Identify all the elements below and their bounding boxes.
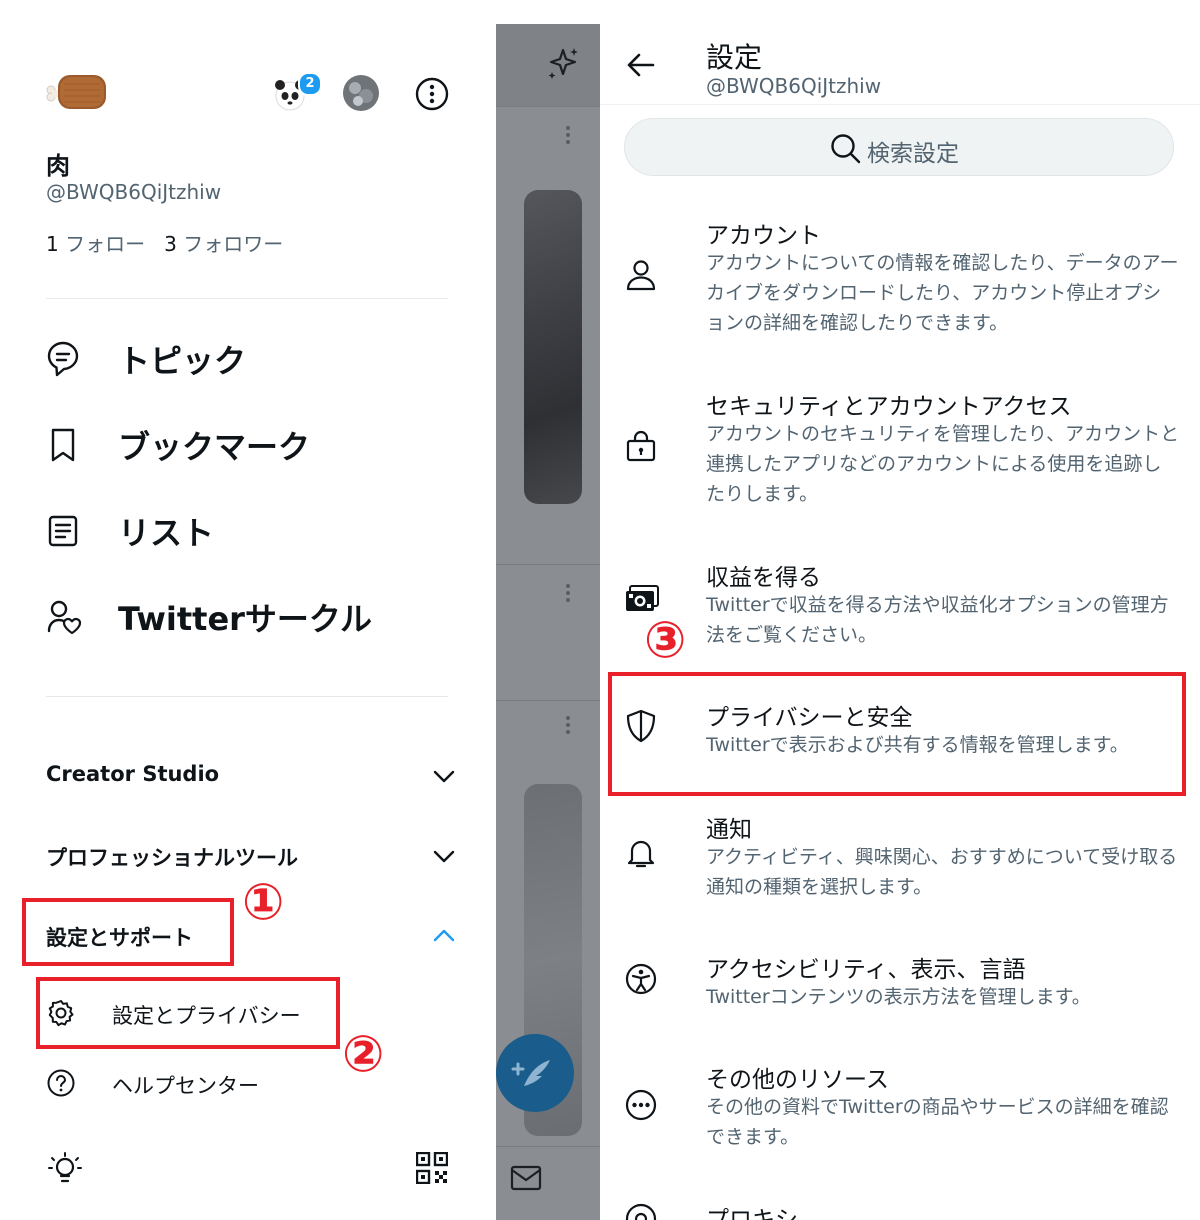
proxy-icon — [624, 1202, 658, 1220]
lock-icon — [624, 429, 658, 463]
nav-label: ブックマーク — [118, 428, 311, 466]
profile-avatar[interactable] — [46, 72, 108, 112]
nav-item-topics[interactable]: トピック — [46, 326, 466, 386]
qr-code-icon[interactable] — [416, 1152, 448, 1184]
settings-item-notifications[interactable]: 通知 アクティビティ、興味関心、おすすめについて受け取る通知の種類を選択します。 — [600, 810, 1200, 900]
bell-icon — [624, 836, 658, 870]
follow-stats: 1 フォロー 3 フォロワー — [46, 228, 283, 257]
settings-item-title: 収益を得る — [706, 565, 821, 591]
settings-screen: 設定 @BWQB6QiJtzhiw 検索設定 アカウント アカウントについての情… — [600, 0, 1200, 1220]
section-label: プロフェッショナルツール — [46, 846, 298, 870]
back-arrow-icon[interactable] — [626, 50, 656, 80]
section-label: Creator Studio — [46, 762, 220, 786]
annotation-box-settings-privacy — [36, 977, 340, 1049]
compose-tweet-button — [496, 1034, 574, 1112]
topic-icon — [46, 340, 80, 378]
settings-item-title: その他のリソース — [706, 1067, 889, 1093]
section-creator-studio[interactable]: Creator Studio — [46, 754, 456, 798]
nav-item-bookmarks[interactable]: ブックマーク — [46, 412, 466, 472]
settings-item-monetization[interactable]: 収益を得る Twitterで収益を得る方法や収益化オプションの管理方法をご覧くだ… — [600, 558, 1200, 648]
circle-icon — [46, 598, 82, 636]
divider — [496, 564, 600, 565]
settings-item-description: Twitterで収益を得る方法や収益化オプションの管理方法をご覧ください。 — [706, 594, 1169, 646]
annotation-box-privacy-safety — [608, 672, 1186, 796]
tweet-menu-icon — [566, 716, 574, 734]
settings-item-description: その他の資料でTwitterの商品やサービスの詳細を確認できます。 — [706, 1096, 1169, 1148]
annotation-step-1: ① — [242, 873, 285, 931]
divider — [496, 700, 600, 701]
nav-item-lists[interactable]: リスト — [46, 498, 466, 558]
accessibility-icon — [624, 962, 658, 996]
settings-item-title: 通知 — [706, 817, 752, 843]
following-link[interactable]: 1 フォロー — [46, 232, 145, 256]
followers-link[interactable]: 3 フォロワー — [164, 232, 283, 256]
divider — [496, 106, 600, 107]
page-subtitle-handle: @BWQB6QiJtzhiw — [706, 74, 882, 98]
settings-item-description: アカウントについての情報を確認したり、データのアーカイブをダウンロードしたり、ア… — [706, 252, 1179, 334]
annotation-step-3: ③ — [644, 611, 687, 669]
nav-label: Twitterサークル — [118, 600, 372, 638]
settings-item-account[interactable]: アカウント アカウントについての情報を確認したり、データのアーカイブをダウンロー… — [600, 216, 1200, 336]
nav-item-twitter-circle[interactable]: Twitterサークル — [46, 584, 466, 644]
account-handle: @BWQB6QiJtzhiw — [46, 180, 222, 204]
more-icon — [624, 1088, 658, 1122]
settings-item-description: Twitterコンテンツの表示方法を管理します。 — [706, 986, 1091, 1008]
account-display-name: 肉 — [46, 152, 70, 180]
more-options-icon[interactable] — [414, 76, 450, 112]
divider — [496, 1146, 600, 1147]
settings-item-title: アクセシビリティ、表示、言語 — [706, 957, 1026, 983]
following-count: 1 — [46, 232, 59, 256]
divider — [600, 104, 1200, 105]
divider — [46, 696, 448, 697]
settings-item-proxy[interactable]: プロキシ — [600, 1198, 1200, 1220]
feather-icon — [511, 1060, 550, 1086]
nav-label: トピック — [118, 342, 247, 380]
nav-label: リスト — [118, 514, 215, 552]
tweet-image — [524, 190, 582, 504]
followers-count: 3 — [164, 232, 177, 256]
notification-badge: 2 — [298, 72, 322, 96]
sparkle-icon — [546, 46, 580, 82]
timeline-background — [496, 24, 600, 1220]
following-label: フォロー — [65, 232, 146, 256]
chevron-up-icon — [432, 924, 456, 948]
settings-item-title: セキュリティとアカウントアクセス — [706, 394, 1072, 420]
tweet-menu-icon — [566, 126, 574, 144]
divider — [46, 298, 448, 299]
chevron-down-icon — [432, 764, 456, 788]
chevron-down-icon — [432, 844, 456, 868]
tweet-menu-icon — [566, 584, 574, 602]
settings-item-description: アクティビティ、興味関心、おすすめについて受け取る通知の種類を選択します。 — [706, 846, 1178, 898]
mail-icon — [510, 1164, 542, 1192]
settings-search-input[interactable]: 検索設定 — [624, 118, 1174, 176]
page-title: 設定 — [706, 41, 763, 74]
annotation-step-2: ② — [342, 1025, 385, 1083]
search-placeholder: 検索設定 — [867, 141, 959, 167]
lightbulb-icon[interactable] — [46, 1150, 84, 1188]
bookmark-icon — [46, 426, 80, 464]
sub-item-label: ヘルプセンター — [112, 1074, 259, 1098]
settings-item-security[interactable]: セキュリティとアカウントアクセス アカウントのセキュリティを管理したり、アカウン… — [600, 387, 1200, 507]
list-icon — [46, 512, 80, 550]
settings-item-title: プロキシ — [706, 1207, 798, 1220]
account-switch-avatar-photo[interactable] — [342, 74, 380, 112]
settings-item-title: アカウント — [706, 223, 821, 249]
annotation-box-settings-support — [22, 898, 234, 966]
search-icon — [829, 132, 861, 164]
help-icon — [46, 1068, 76, 1098]
person-icon — [624, 258, 658, 292]
settings-item-additional-resources[interactable]: その他のリソース その他の資料でTwitterの商品やサービスの詳細を確認できま… — [600, 1060, 1200, 1150]
settings-item-description: アカウントのセキュリティを管理したり、アカウントと連携したアプリなどのアカウント… — [706, 423, 1180, 505]
followers-label: フォロワー — [183, 232, 284, 256]
settings-item-accessibility[interactable]: アクセシビリティ、表示、言語 Twitterコンテンツの表示方法を管理します。 — [600, 950, 1200, 1014]
